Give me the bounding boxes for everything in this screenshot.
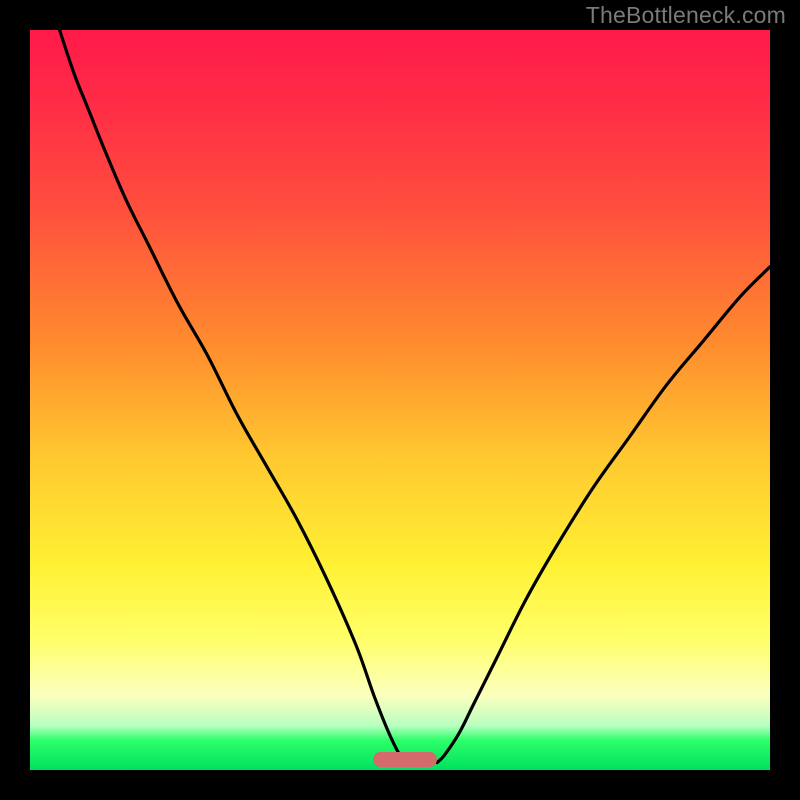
- watermark-text: TheBottleneck.com: [586, 2, 786, 29]
- plot-area: [30, 30, 770, 770]
- bottleneck-curve: [30, 30, 770, 770]
- curve-left-arm: [60, 30, 408, 763]
- optimal-range-marker: [373, 752, 437, 767]
- chart-frame: TheBottleneck.com: [0, 0, 800, 800]
- curve-right-arm: [437, 267, 770, 763]
